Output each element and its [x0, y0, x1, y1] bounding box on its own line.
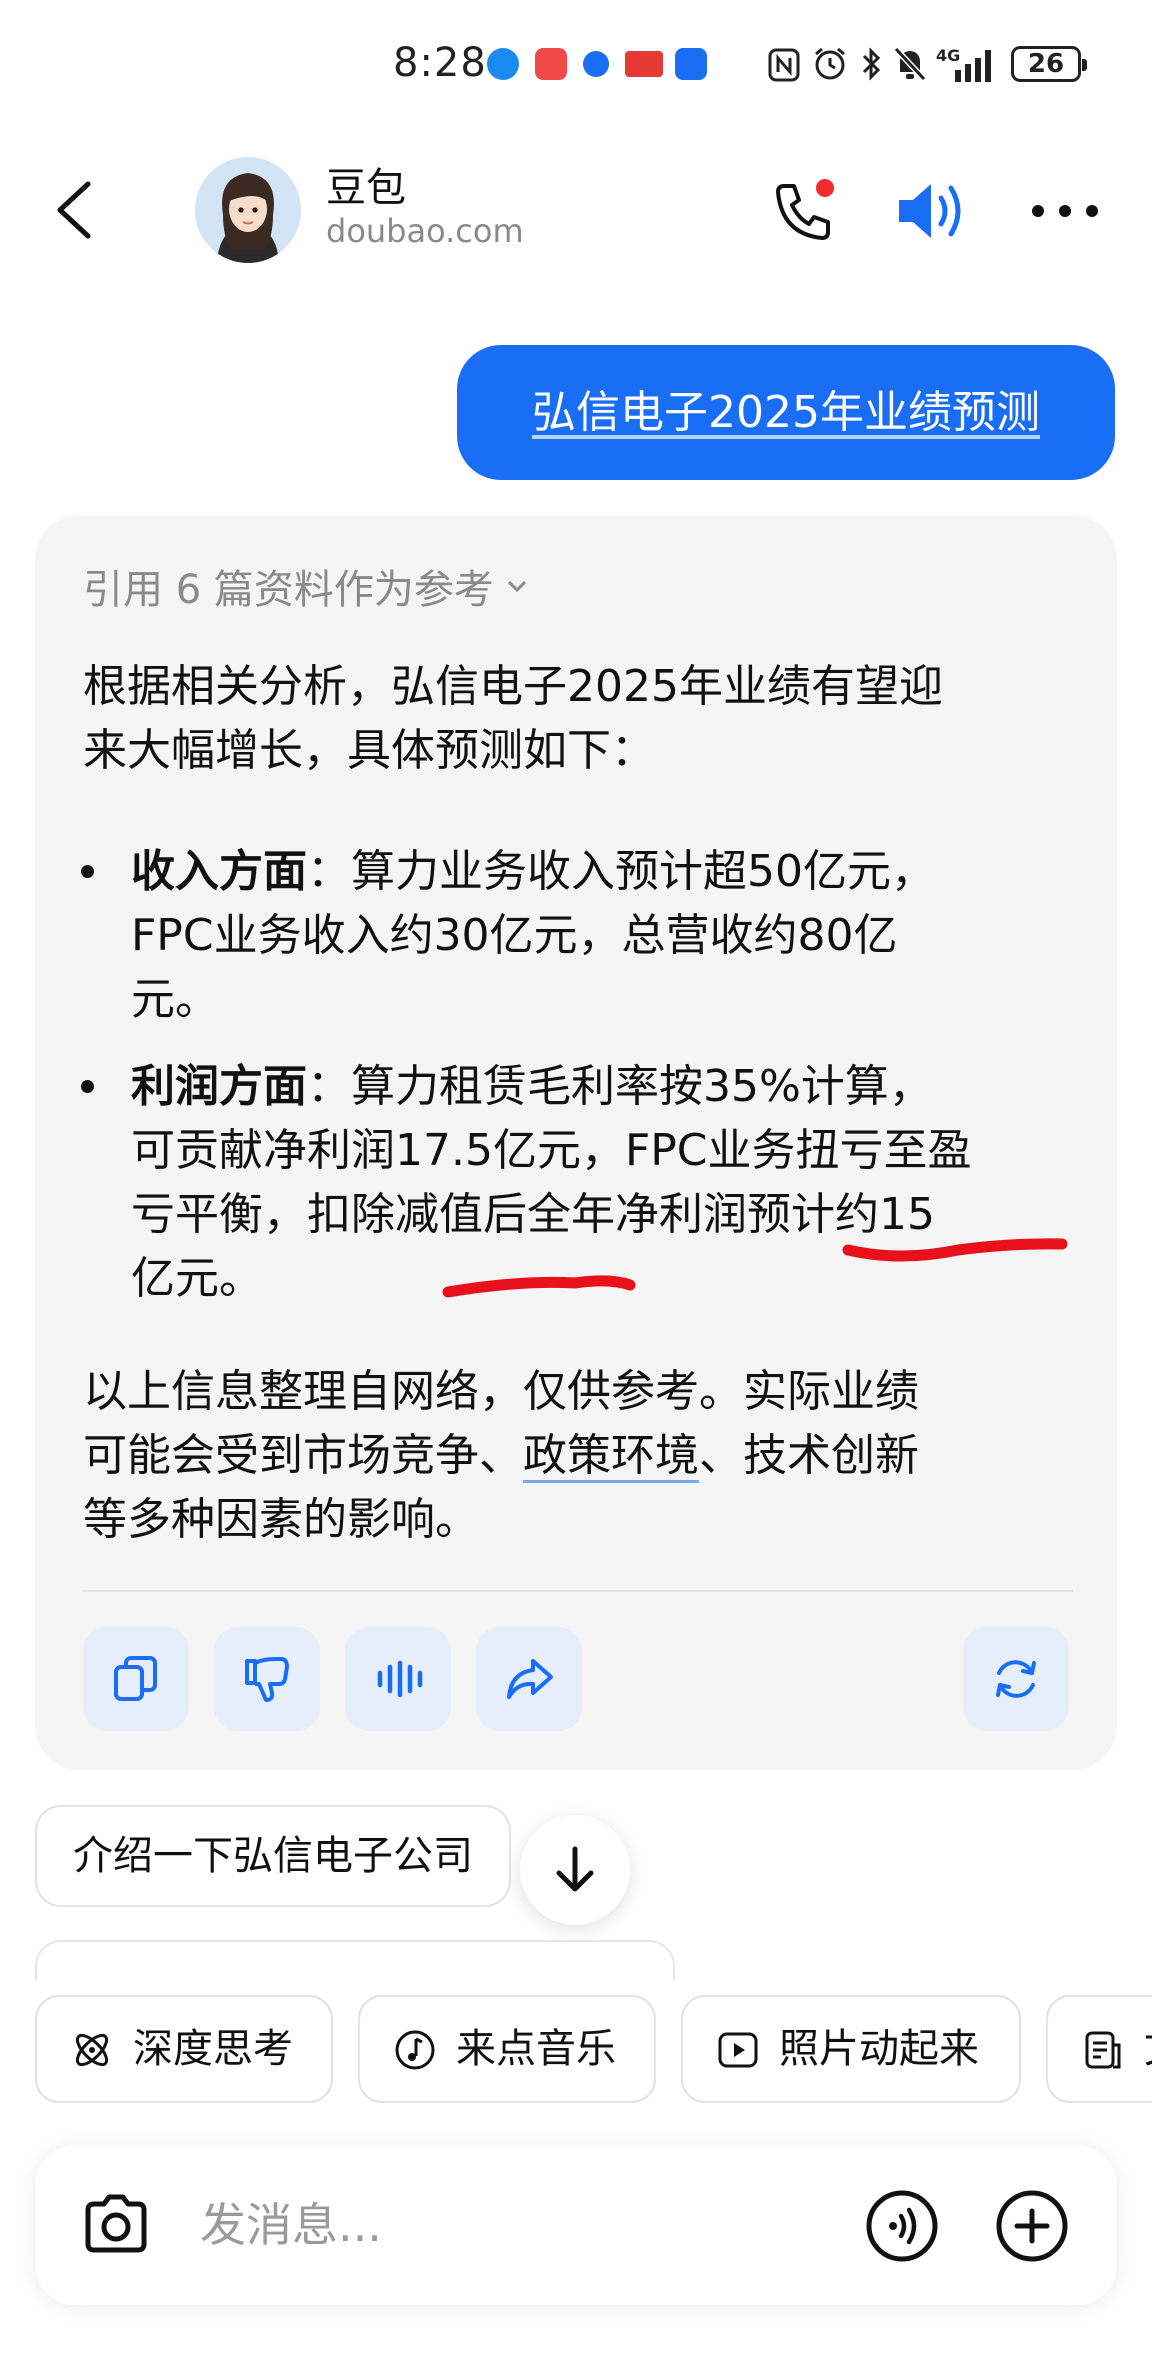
bot-reply-card: 引用 6 篇资料作为参考 根据相关分析，弘信电子2025年业绩有望迎 来大幅增长…: [35, 515, 1117, 1770]
read-aloud-button[interactable]: [345, 1627, 451, 1731]
voice-input-icon[interactable]: [865, 2189, 939, 2263]
bullet-line: 亿元。: [131, 1253, 263, 1304]
bot-name: 豆包: [326, 165, 406, 211]
copy-button[interactable]: [83, 1627, 189, 1731]
reply-outro: 以上信息整理自网络，仅供参考。实际业绩 可能会受到市场竞争、政策环境、技术创新 …: [83, 1360, 919, 1552]
reply-outro-text: 、技术创新: [699, 1430, 919, 1481]
bullet-label: 利润方面: [131, 1061, 307, 1112]
atom-icon: [75, 2033, 109, 2067]
bullet-line: ：算力租赁毛利率按35%计算，: [307, 1061, 933, 1112]
tool-animate-photo[interactable]: 照片动起来: [681, 1995, 1021, 2103]
suggestion-chip[interactable]: 介绍一下弘信电子公司: [35, 1805, 511, 1907]
user-message-bubble[interactable]: 弘信电子2025年业绩预测: [457, 345, 1115, 480]
suggestion-chip[interactable]: [35, 1940, 675, 1980]
arrow-down-icon: [556, 1846, 594, 1892]
music-note-icon: [395, 2030, 435, 2070]
chat-header: 豆包 doubao.com: [0, 140, 1152, 280]
nfc-icon: [768, 48, 800, 82]
app-notification-icon: [535, 48, 567, 80]
back-icon[interactable]: [50, 178, 100, 242]
references-label: 引用 6 篇资料作为参考: [83, 567, 494, 613]
reply-outro-line: 以上信息整理自网络，仅供参考。实际业绩: [83, 1366, 919, 1417]
reply-intro-line: 来大幅增长，具体预测如下：: [83, 725, 655, 776]
card-divider: [83, 1590, 1073, 1592]
more-icon[interactable]: [1030, 198, 1100, 224]
camera-icon[interactable]: [80, 2190, 152, 2260]
document-icon: [1085, 2031, 1121, 2069]
bullet-line: 元。: [131, 974, 219, 1025]
bullet-line: 亏平衡，扣除减值后全年净利润预计约15: [131, 1189, 935, 1240]
app-notification-icon: [625, 51, 663, 77]
signal-icon: [955, 50, 991, 82]
user-message-text: 弘信电子2025年业绩预测: [532, 387, 1040, 438]
bullet-line: 可贡献净利润17.5亿元，FPC业务扭亏至盈: [131, 1125, 972, 1176]
reply-intro-line: 根据相关分析，弘信电子2025年业绩有望迎: [83, 661, 943, 712]
share-button[interactable]: [476, 1627, 582, 1731]
bullet-dot: [81, 1080, 94, 1093]
tool-label: 照片动起来: [779, 2026, 979, 2072]
tool-label: 深度思考: [133, 2026, 293, 2072]
tool-document[interactable]: 文: [1046, 1995, 1152, 2103]
thumbs-down-icon: [245, 1657, 289, 1702]
reply-intro: 根据相关分析，弘信电子2025年业绩有望迎 来大幅增长，具体预测如下：: [83, 655, 943, 783]
tool-label: 来点音乐: [456, 2026, 616, 2072]
status-time: 8:28: [393, 40, 487, 86]
regenerate-button[interactable]: [963, 1627, 1069, 1731]
reply-outro-line: 等多种因素的影响。: [83, 1494, 479, 1545]
bullet-line: FPC业务收入约30亿元，总营收约80亿: [131, 910, 898, 961]
alarm-icon: [815, 47, 845, 80]
share-arrow-icon: [507, 1659, 553, 1699]
copy-icon: [114, 1656, 157, 1701]
plus-icon[interactable]: [995, 2189, 1069, 2263]
speaker-icon[interactable]: [895, 178, 971, 244]
refresh-icon: [996, 1660, 1036, 1698]
message-input[interactable]: [200, 2145, 850, 2305]
bullet-dot: [81, 865, 94, 878]
avatar[interactable]: [195, 157, 301, 263]
app-notification-icon: [487, 48, 519, 80]
status-bar: 8:28 4G 26: [0, 0, 1152, 130]
tool-music[interactable]: 来点音乐: [358, 1995, 656, 2103]
scroll-to-bottom-button[interactable]: [520, 1815, 630, 1925]
app-notification-icon: [583, 51, 609, 77]
mute-icon: [893, 46, 927, 82]
bullet-line: ：算力业务收入预计超50亿元，: [307, 846, 935, 897]
message-input-bar: [35, 2145, 1117, 2305]
play-square-icon: [718, 2032, 758, 2068]
app-notification-icon: [675, 48, 707, 80]
bullet-revenue: 收入方面：算力业务收入预计超50亿元， FPC业务收入约30亿元，总营收约80亿…: [131, 840, 1111, 1032]
dislike-button[interactable]: [214, 1627, 320, 1731]
bullet-label: 收入方面: [131, 846, 307, 897]
phone-call-icon[interactable]: [770, 178, 836, 244]
references-toggle[interactable]: 引用 6 篇资料作为参考: [83, 557, 528, 615]
tool-deep-thinking[interactable]: 深度思考: [35, 1995, 333, 2103]
bluetooth-icon: [862, 47, 881, 81]
battery-indicator: 26: [1011, 46, 1087, 82]
audio-wave-icon: [377, 1660, 423, 1698]
policy-environment-link[interactable]: 政策环境: [523, 1430, 699, 1481]
chevron-down-icon: [507, 580, 526, 593]
bot-domain: doubao.com: [326, 212, 524, 250]
tool-label: 文: [1144, 2026, 1152, 2072]
bullet-profit: 利润方面：算力租赁毛利率按35%计算， 可贡献净利润17.5亿元，FPC业务扭亏…: [131, 1055, 1111, 1311]
reply-outro-text: 可能会受到市场竞争、: [83, 1430, 523, 1481]
